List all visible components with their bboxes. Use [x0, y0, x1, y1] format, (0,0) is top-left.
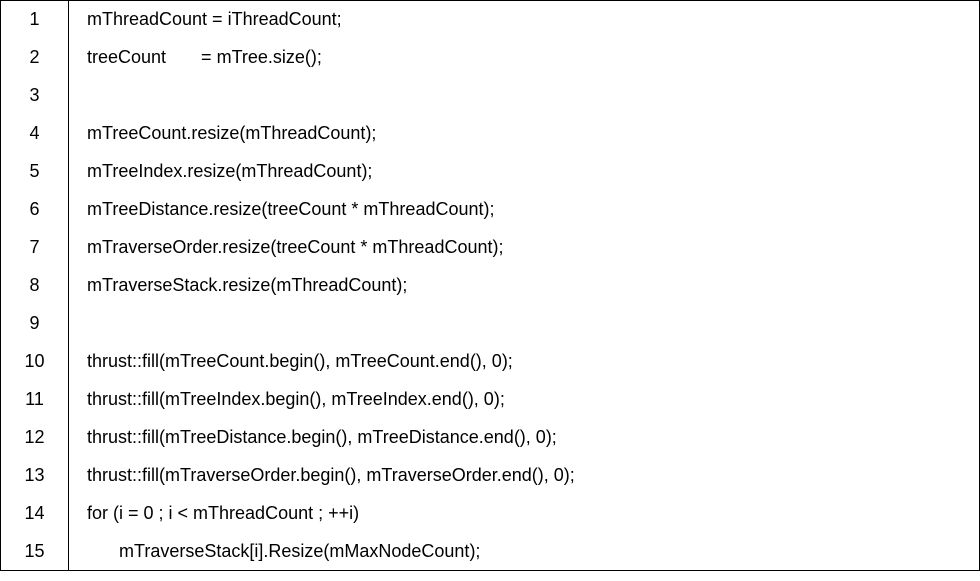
code-line: mThreadCount = iThreadCount;	[69, 1, 980, 39]
code-line: mTraverseStack.resize(mThreadCount);	[69, 267, 980, 305]
line-number: 8	[1, 267, 69, 305]
code-row: 12 thrust::fill(mTreeDistance.begin(), m…	[1, 419, 980, 457]
line-number: 1	[1, 1, 69, 39]
code-line	[69, 77, 980, 115]
code-row: 11 thrust::fill(mTreeIndex.begin(), mTre…	[1, 381, 980, 419]
line-number: 7	[1, 229, 69, 267]
code-line	[69, 305, 980, 343]
code-row: 15 mTraverseStack[i].Resize(mMaxNodeCoun…	[1, 533, 980, 571]
code-line: thrust::fill(mTreeCount.begin(), mTreeCo…	[69, 343, 980, 381]
line-number: 2	[1, 39, 69, 77]
line-number: 11	[1, 381, 69, 419]
line-number: 15	[1, 533, 69, 571]
code-row: 2 treeCount = mTree.size();	[1, 39, 980, 77]
code-listing-table: 1 mThreadCount = iThreadCount; 2 treeCou…	[0, 0, 980, 571]
code-line: for (i = 0 ; i < mThreadCount ; ++i)	[69, 495, 980, 533]
code-line: thrust::fill(mTreeIndex.begin(), mTreeIn…	[69, 381, 980, 419]
code-line: mTreeIndex.resize(mThreadCount);	[69, 153, 980, 191]
code-row: 13 thrust::fill(mTraverseOrder.begin(), …	[1, 457, 980, 495]
code-row: 7 mTraverseOrder.resize(treeCount * mThr…	[1, 229, 980, 267]
line-number: 5	[1, 153, 69, 191]
code-line: mTraverseOrder.resize(treeCount * mThrea…	[69, 229, 980, 267]
code-row: 6 mTreeDistance.resize(treeCount * mThre…	[1, 191, 980, 229]
code-row: 8 mTraverseStack.resize(mThreadCount);	[1, 267, 980, 305]
line-number: 13	[1, 457, 69, 495]
line-number: 14	[1, 495, 69, 533]
code-row: 9	[1, 305, 980, 343]
code-row: 3	[1, 77, 980, 115]
code-listing-body: 1 mThreadCount = iThreadCount; 2 treeCou…	[1, 1, 980, 571]
line-number: 4	[1, 115, 69, 153]
code-line: thrust::fill(mTraverseOrder.begin(), mTr…	[69, 457, 980, 495]
code-line: thrust::fill(mTreeDistance.begin(), mTre…	[69, 419, 980, 457]
line-number: 6	[1, 191, 69, 229]
code-row: 4 mTreeCount.resize(mThreadCount);	[1, 115, 980, 153]
code-row: 5 mTreeIndex.resize(mThreadCount);	[1, 153, 980, 191]
code-row: 10 thrust::fill(mTreeCount.begin(), mTre…	[1, 343, 980, 381]
code-line: mTreeCount.resize(mThreadCount);	[69, 115, 980, 153]
code-line: mTreeDistance.resize(treeCount * mThread…	[69, 191, 980, 229]
code-line: mTraverseStack[i].Resize(mMaxNodeCount);	[69, 533, 980, 571]
line-number: 12	[1, 419, 69, 457]
line-number: 9	[1, 305, 69, 343]
line-number: 10	[1, 343, 69, 381]
code-row: 1 mThreadCount = iThreadCount;	[1, 1, 980, 39]
code-row: 14 for (i = 0 ; i < mThreadCount ; ++i)	[1, 495, 980, 533]
code-line: treeCount = mTree.size();	[69, 39, 980, 77]
line-number: 3	[1, 77, 69, 115]
